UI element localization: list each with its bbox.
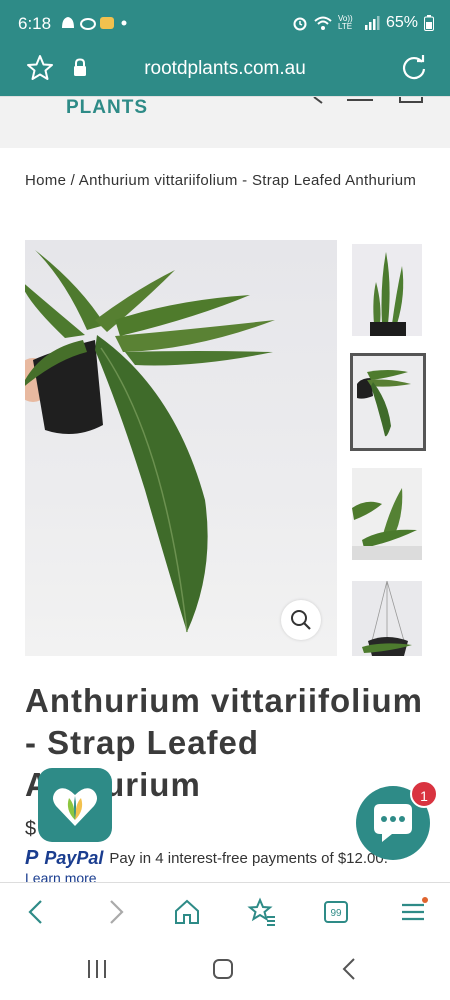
breadcrumb-current: Anthurium vittariifolium - Strap Leafed … <box>78 172 417 189</box>
reload-icon[interactable] <box>400 54 428 82</box>
paypal-brand: PayPal <box>44 847 104 868</box>
thumbnail-image <box>353 356 423 448</box>
breadcrumb-separator: / <box>66 172 79 189</box>
heart-leaf-icon <box>53 788 97 826</box>
network-label: Vo)) LTE <box>337 14 353 31</box>
breadcrumb: Home / Anthurium vittariifolium - Strap … <box>25 170 425 192</box>
product-thumbnail-active[interactable] <box>350 353 426 451</box>
thumbnail-image <box>352 468 422 560</box>
paypal-installment-text: Pay in 4 interest-free payments of $12.0… <box>109 849 388 867</box>
product-price: $ <box>25 818 37 840</box>
notification-icons <box>60 14 128 36</box>
breadcrumb-home-link[interactable]: Home <box>25 172 66 189</box>
magnifier-icon <box>291 610 311 630</box>
product-thumbnail[interactable] <box>352 468 422 560</box>
system-nav-bar <box>0 938 450 1000</box>
system-back-icon[interactable] <box>334 956 364 982</box>
tabs-count: 99 <box>330 908 342 919</box>
site-header: PLANTS <box>0 96 450 148</box>
forward-arrow-icon[interactable] <box>100 897 130 927</box>
bookmarks-icon[interactable] <box>247 897 277 927</box>
status-right-icons: Vo)) LTE 65% <box>292 14 434 32</box>
browser-url-bar: rootdplants.com.au <box>0 44 450 96</box>
zoom-button[interactable] <box>281 600 321 640</box>
cart-icon[interactable] <box>398 97 424 105</box>
recent-apps-icon[interactable] <box>82 956 112 982</box>
product-thumbnail[interactable] <box>352 244 422 336</box>
site-logo[interactable]: PLANTS <box>66 97 148 119</box>
loyalty-app-widget[interactable] <box>38 768 112 842</box>
url-address-field[interactable]: rootdplants.com.au <box>0 58 450 80</box>
status-time: 6:18 <box>18 14 52 33</box>
paypal-logo-icon: P <box>25 846 39 869</box>
search-icon[interactable] <box>300 97 326 105</box>
back-arrow-icon[interactable] <box>22 897 52 927</box>
product-main-image[interactable] <box>25 240 337 656</box>
signal-icon <box>364 16 380 30</box>
status-bar: 6:18 Vo)) LTE 65% <box>0 0 450 44</box>
menu-icon[interactable] <box>398 897 428 927</box>
home-icon[interactable] <box>172 897 202 927</box>
thumbnail-image <box>352 581 422 656</box>
wifi-icon <box>314 16 332 30</box>
alarm-icon <box>293 17 307 31</box>
chat-unread-badge: 1 <box>410 780 438 808</box>
tabs-button[interactable]: 99 <box>324 901 348 923</box>
browser-bottom-nav: 99 <box>0 882 450 938</box>
battery-icon <box>424 15 434 31</box>
plant-photo <box>25 250 275 633</box>
paypal-learn-more-link[interactable]: Learn more <box>25 870 97 882</box>
thumbnail-image <box>352 244 422 336</box>
account-icon[interactable] <box>346 97 374 103</box>
notification-app-icons <box>62 17 127 30</box>
battery-percentage: 65% <box>385 14 418 31</box>
home-button-icon[interactable] <box>208 956 238 982</box>
product-thumbnail[interactable] <box>352 581 422 656</box>
